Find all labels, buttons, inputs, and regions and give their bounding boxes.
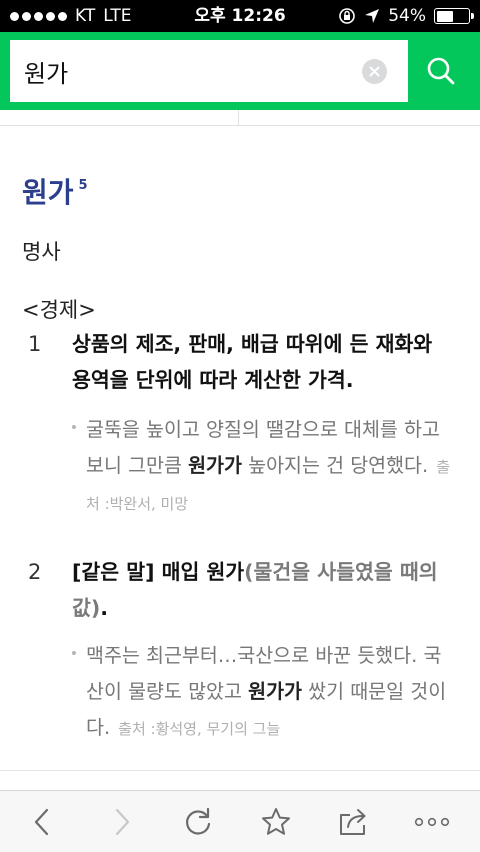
battery-percent: 54% [388,6,426,26]
status-bar: KT LTE 오후 12:26 54% [0,0,480,32]
forward-button[interactable] [102,803,142,841]
location-arrow-icon [365,9,380,23]
headword: 원가 [22,176,74,209]
sense-definition: 상품의 제조, 판매, 배급 따위에 든 재화와 용역을 단위에 따라 계산한 … [72,332,433,392]
part-of-speech: 명사 [22,240,61,264]
headword-row: 원가 5 [22,176,88,210]
sense-number: 2 [28,560,42,584]
bookmark-button[interactable] [256,803,296,841]
more-icon [414,817,450,827]
sub-tab-strip [0,110,480,126]
search-icon [427,57,455,85]
back-button[interactable] [22,803,62,841]
reload-button[interactable] [178,803,218,841]
field-label: <경제> [22,298,96,322]
search-input[interactable] [24,40,354,102]
search-button[interactable] [410,40,472,102]
sense-definition: [같은 말] 매입 원가(물건을 사들였을 때의 값). [72,560,438,620]
reload-icon [186,807,211,835]
content-divider [0,770,480,771]
sense-number: 1 [28,332,42,356]
tab-divider [238,110,239,126]
example-keyword: 원가가 [248,680,302,703]
close-icon [369,66,380,77]
forward-icon [115,808,130,836]
search-header [0,32,480,110]
bookmark-star-icon [262,808,290,835]
example-source[interactable]: 출처 :황석영, 무기의 그늘 [118,720,280,738]
example-bullet [72,425,76,429]
clear-search-button[interactable] [362,59,387,84]
browser-toolbar [0,790,480,852]
example-keyword: 원가가 [188,454,242,477]
example-bullet [72,651,76,655]
search-box [10,40,408,102]
more-button[interactable] [412,803,452,841]
orientation-lock-icon [339,8,356,24]
example-text: 맥주는 최근부터…국산으로 바꾼 듯했다. 국산이 물량도 많았고 원가가 쌌기… [86,644,447,739]
status-right: 54% [338,0,474,32]
example-text: 굴뚝을 높이고 양질의 땔감으로 대체를 하고 보니 그만큼 원가가 높아지는 … [86,418,451,513]
share-button[interactable] [334,803,374,841]
share-icon [340,809,366,835]
homonym-number: 5 [78,178,88,193]
battery-icon [434,8,474,24]
back-icon [34,808,49,836]
